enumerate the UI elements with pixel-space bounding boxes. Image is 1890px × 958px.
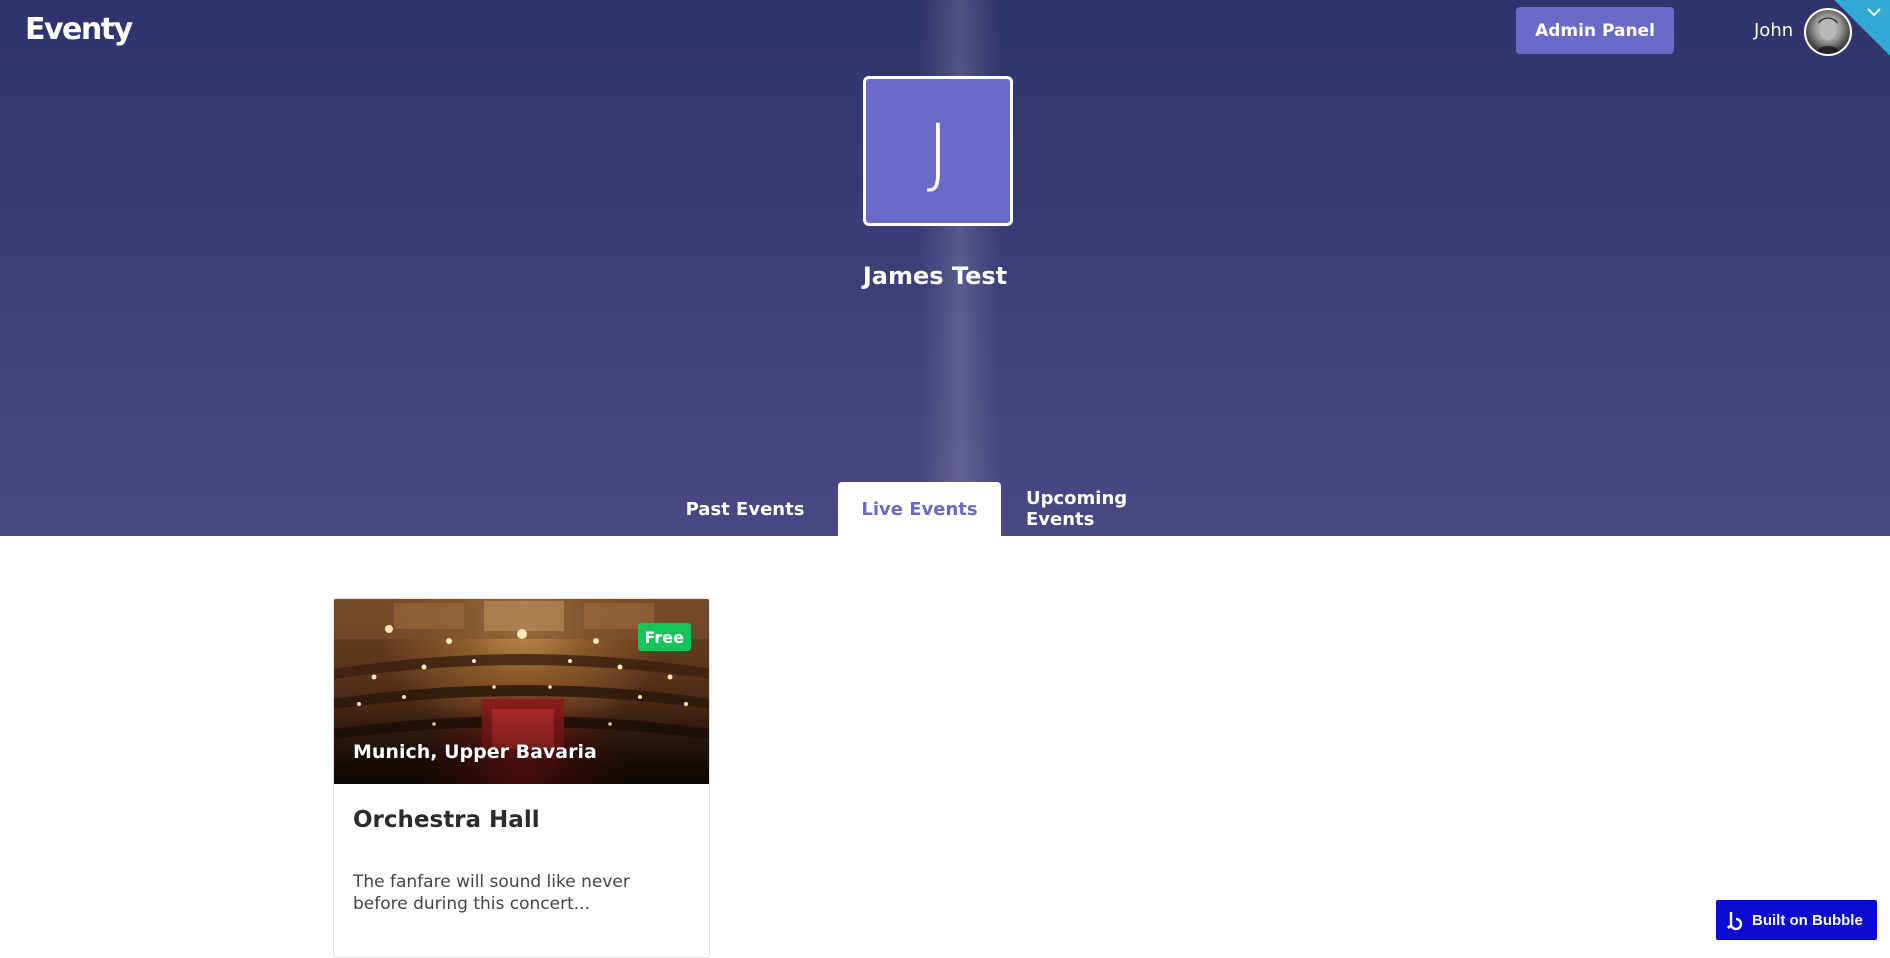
hero-banner: Eventy Admin Panel John J James Test Pas…: [0, 0, 1890, 536]
bubble-badge-label: Built on Bubble: [1752, 911, 1863, 929]
profile-name: James Test: [862, 262, 1008, 290]
built-on-bubble-badge[interactable]: Built on Bubble: [1716, 900, 1877, 940]
event-card[interactable]: Free Munich, Upper Bavaria Orchestra Hal…: [333, 598, 710, 958]
user-name[interactable]: John: [1754, 20, 1793, 41]
bubble-logo-icon: [1727, 912, 1743, 930]
event-title[interactable]: Orchestra Hall: [353, 807, 540, 833]
event-location: Munich, Upper Bavaria: [353, 741, 597, 763]
price-badge: Free: [637, 623, 691, 651]
event-tabs: Past Events Live Events Upcoming Events: [0, 482, 1890, 536]
admin-panel-button[interactable]: Admin Panel: [1516, 7, 1674, 54]
tab-upcoming-events[interactable]: Upcoming Events: [1026, 482, 1201, 536]
tab-past-events[interactable]: Past Events: [680, 482, 810, 536]
chevron-down-icon: [1867, 8, 1881, 17]
event-description: The fanfare will sound like never before…: [353, 872, 630, 914]
event-image: Free Munich, Upper Bavaria: [334, 599, 709, 784]
profile-initial-avatar: J: [863, 76, 1013, 226]
app-logo[interactable]: Eventy: [25, 12, 133, 47]
user-menu-toggle[interactable]: [1834, 0, 1890, 56]
tab-live-events[interactable]: Live Events: [838, 482, 1001, 536]
